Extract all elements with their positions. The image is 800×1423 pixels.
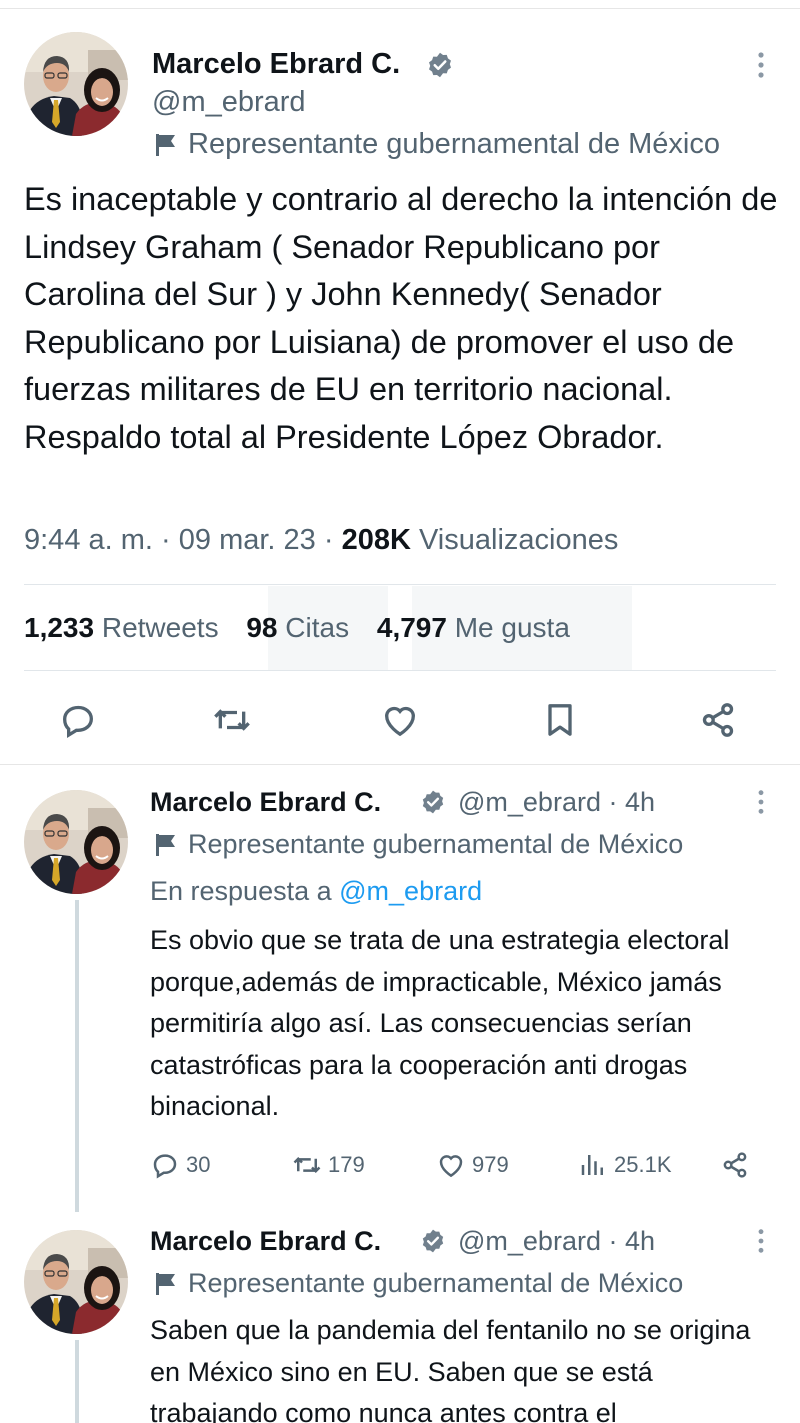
author-avatar[interactable]	[24, 32, 128, 136]
tweet-time[interactable]: 9:44 a. m.	[24, 524, 153, 556]
avatar-photo	[24, 790, 128, 894]
avatar-photo	[24, 32, 128, 136]
like-icon	[439, 1155, 463, 1178]
reply-avatar[interactable]	[24, 1230, 128, 1334]
reply-to-mention[interactable]: @m_ebrard	[339, 876, 482, 906]
affiliation-label: Representante gubernamental de México	[188, 829, 684, 859]
tweet-date[interactable]: 09 mar. 23	[179, 524, 316, 556]
engagement-stats: 1,233 Retweets 98 Citas 4,797 Me gusta	[24, 612, 590, 644]
government-flag-icon	[156, 834, 175, 856]
views-label: Visualizaciones	[418, 524, 619, 556]
government-flag-icon	[156, 1273, 175, 1295]
retweets-stat[interactable]: 1,233 Retweets	[24, 612, 219, 644]
views-chart-icon	[581, 1155, 603, 1175]
more-options-icon[interactable]	[756, 1227, 766, 1255]
thread-line	[75, 900, 79, 1212]
retweet-count: 179	[328, 1152, 365, 1177]
reply-count: 30	[186, 1152, 211, 1177]
reply-icon	[62, 705, 94, 738]
reply-text: Saben que la pandemia del fentanilo no s…	[150, 1315, 751, 1423]
reply-text: Es obvio que se trata de una estrategia …	[150, 925, 730, 1121]
tweet-meta: 9:44 a. m. · 09 mar. 23 · 208K Visualiza…	[24, 524, 618, 557]
bookmark-button[interactable]	[540, 700, 580, 740]
thread-line	[75, 1340, 79, 1423]
likes-stat[interactable]: 4,797 Me gusta	[377, 612, 570, 644]
views-count: 25.1K	[614, 1152, 672, 1177]
author-name[interactable]: Marcelo Ebrard C.	[152, 48, 400, 81]
meta-separator: ·	[323, 524, 334, 556]
retweet-icon	[293, 1156, 321, 1174]
like-button[interactable]: 979	[436, 1150, 509, 1180]
verified-badge-icon	[429, 52, 451, 78]
reply-handle-time[interactable]: @m_ebrard · 4h	[458, 787, 655, 818]
government-flag-icon	[156, 134, 175, 156]
retweet-button[interactable]	[212, 700, 252, 740]
views-count: 208K	[341, 524, 411, 556]
affiliation-label: Representante gubernamental de México	[188, 1268, 684, 1298]
like-icon	[384, 706, 416, 737]
meta-separator: ·	[161, 524, 171, 556]
reply-author-name[interactable]: Marcelo Ebrard C.	[150, 787, 381, 818]
reply-handle-time[interactable]: @m_ebrard · 4h	[458, 1226, 655, 1257]
reply-author-name[interactable]: Marcelo Ebrard C.	[150, 1226, 381, 1257]
verified-badge-icon	[422, 1229, 444, 1253]
like-count: 979	[472, 1152, 509, 1177]
tweet-text: Es inaceptable y contrario al derecho la…	[24, 181, 778, 455]
affiliation-label: Representante gubernamental de México	[188, 128, 720, 160]
reply-context: En respuesta a @m_ebrard	[150, 876, 482, 907]
share-button[interactable]	[698, 700, 738, 740]
top-divider	[0, 8, 800, 9]
reply-button[interactable]	[58, 700, 98, 740]
reply-to-label: En respuesta a	[150, 876, 332, 906]
quotes-stat[interactable]: 98 Citas	[246, 612, 349, 644]
more-options-icon[interactable]	[756, 50, 766, 80]
more-options-icon[interactable]	[756, 788, 766, 816]
bookmark-icon	[548, 704, 572, 736]
verified-badge-icon	[422, 790, 444, 814]
share-icon	[723, 1152, 747, 1178]
reply-avatar[interactable]	[24, 790, 128, 894]
like-button[interactable]	[380, 700, 420, 740]
retweet-icon	[214, 709, 250, 731]
avatar-photo	[24, 1230, 128, 1334]
reply-button[interactable]: 30	[150, 1150, 210, 1180]
divider	[24, 584, 776, 585]
section-separator	[0, 764, 800, 765]
divider	[24, 670, 776, 671]
share-icon	[702, 703, 734, 737]
share-button[interactable]	[720, 1150, 750, 1180]
reply-icon	[153, 1154, 177, 1179]
retweet-button[interactable]: 179	[292, 1150, 365, 1180]
views-button[interactable]: 25.1K	[578, 1150, 672, 1180]
author-handle[interactable]: @m_ebrard	[152, 86, 306, 119]
